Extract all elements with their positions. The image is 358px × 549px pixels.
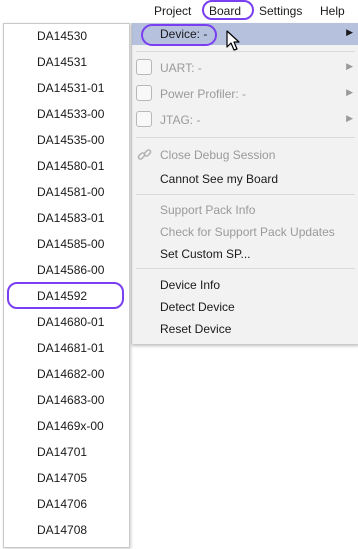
support-pack-info-label: Support Pack Info (160, 203, 256, 217)
device-item[interactable]: DA14581-00 (4, 182, 129, 202)
power-profiler-checkbox[interactable] (136, 85, 152, 101)
device-item-label: DA14531-01 (37, 81, 105, 95)
separator (136, 137, 355, 138)
set-custom-label: Set Custom SP... (160, 247, 251, 261)
detect-device-label: Detect Device (160, 300, 235, 314)
device-item-label: DA1469x-00 (37, 419, 104, 433)
menu-item-detect-device[interactable]: Detect Device (132, 296, 358, 318)
menu-item-support-pack-info[interactable]: Support Pack Info (132, 199, 358, 221)
menu-item-uart[interactable]: UART: - ▶ (132, 57, 358, 79)
device-item-label: DA14681-01 (37, 341, 105, 355)
device-item-label: DA14580-01 (37, 159, 105, 173)
selected-device-highlight-ring (7, 282, 124, 309)
device-item-label: DA14682-00 (37, 367, 105, 381)
menu-item-close-debug-session[interactable]: Close Debug Session (132, 144, 358, 166)
device-item[interactable]: DA14681-01 (4, 338, 129, 358)
device-item-label: DA14683-00 (37, 393, 105, 407)
menu-project[interactable]: Project (154, 3, 191, 19)
device-item-label: DA14708 (37, 523, 88, 537)
menu-settings[interactable]: Settings (259, 3, 302, 19)
device-item[interactable]: DA14683-00 (4, 390, 129, 410)
device-item[interactable]: DA14708 (4, 520, 129, 540)
device-item-label: DA14585-00 (37, 237, 105, 251)
device-item[interactable]: DA14701 (4, 442, 129, 462)
device-item[interactable]: DA14531-01 (4, 78, 129, 98)
menu-item-set-custom-sp[interactable]: Set Custom SP... (132, 243, 358, 265)
check-updates-label: Check for Support Pack Updates (160, 225, 335, 239)
separator (136, 268, 355, 269)
cannot-see-label: Cannot See my Board (160, 172, 279, 186)
device-item-label: DA14701 (37, 445, 88, 459)
submenu-arrow-icon: ▶ (346, 27, 353, 37)
jtag-label: JTAG: - (160, 113, 201, 127)
device-item[interactable]: DA14682-00 (4, 364, 129, 384)
device-highlight-ring (141, 24, 217, 46)
submenu-arrow-icon: ▶ (346, 87, 353, 97)
device-item[interactable]: DA14535-00 (4, 130, 129, 150)
reset-device-label: Reset Device (160, 322, 232, 336)
mouse-cursor-icon (226, 30, 242, 52)
menu-item-device-info[interactable]: Device Info (132, 274, 358, 296)
separator (136, 51, 355, 52)
device-item-label: DA14581-00 (37, 185, 105, 199)
separator (136, 194, 355, 195)
device-item[interactable]: DA1469x-00 (4, 416, 129, 436)
menu-item-reset-device[interactable]: Reset Device (132, 318, 358, 340)
device-item-label: DA14705 (37, 471, 88, 485)
device-item[interactable]: DA14586-00 (4, 260, 129, 280)
board-menu: Device: - ▶ UART: - ▶ Power Profiler: - … (131, 23, 358, 344)
device-item[interactable]: DA14530 (4, 26, 129, 46)
menu-bar: Project Board Settings Help (0, 0, 358, 22)
device-item-label: DA14535-00 (37, 133, 105, 147)
uart-checkbox[interactable] (136, 59, 152, 75)
device-item[interactable]: DA14531 (4, 52, 129, 72)
device-item-label: DA14530 (37, 29, 88, 43)
submenu-arrow-icon: ▶ (346, 61, 353, 71)
device-item[interactable]: DA14533-00 (4, 104, 129, 124)
uart-label: UART: - (160, 61, 202, 75)
menu-item-jtag[interactable]: JTAG: - ▶ (132, 109, 358, 131)
link-icon (137, 147, 153, 163)
device-item-label: DA14531 (37, 55, 88, 69)
device-item[interactable]: DA14585-00 (4, 234, 129, 254)
device-item[interactable]: DA14706 (4, 494, 129, 514)
menu-help[interactable]: Help (320, 3, 345, 19)
device-item-label: DA14586-00 (37, 263, 105, 277)
jtag-checkbox[interactable] (136, 111, 152, 127)
device-item[interactable]: DA14583-01 (4, 208, 129, 228)
device-item-label: DA14706 (37, 497, 88, 511)
board-menu-highlight-ring (202, 0, 254, 20)
power-profiler-label: Power Profiler: - (160, 87, 247, 101)
device-item[interactable]: DA14580-01 (4, 156, 129, 176)
device-item[interactable]: DA14680-01 (4, 312, 129, 332)
close-debug-label: Close Debug Session (160, 148, 276, 162)
menu-item-check-updates[interactable]: Check for Support Pack Updates (132, 221, 358, 243)
device-item-label: DA14583-01 (37, 211, 105, 225)
device-item-label: DA14533-00 (37, 107, 105, 121)
device-item[interactable]: DA14705 (4, 468, 129, 488)
menu-item-cannot-see-board[interactable]: Cannot See my Board (132, 168, 358, 190)
submenu-arrow-icon: ▶ (346, 113, 353, 123)
menu-item-power-profiler[interactable]: Power Profiler: - ▶ (132, 83, 358, 105)
device-item-label: DA14680-01 (37, 315, 105, 329)
device-info-label: Device Info (160, 278, 221, 292)
